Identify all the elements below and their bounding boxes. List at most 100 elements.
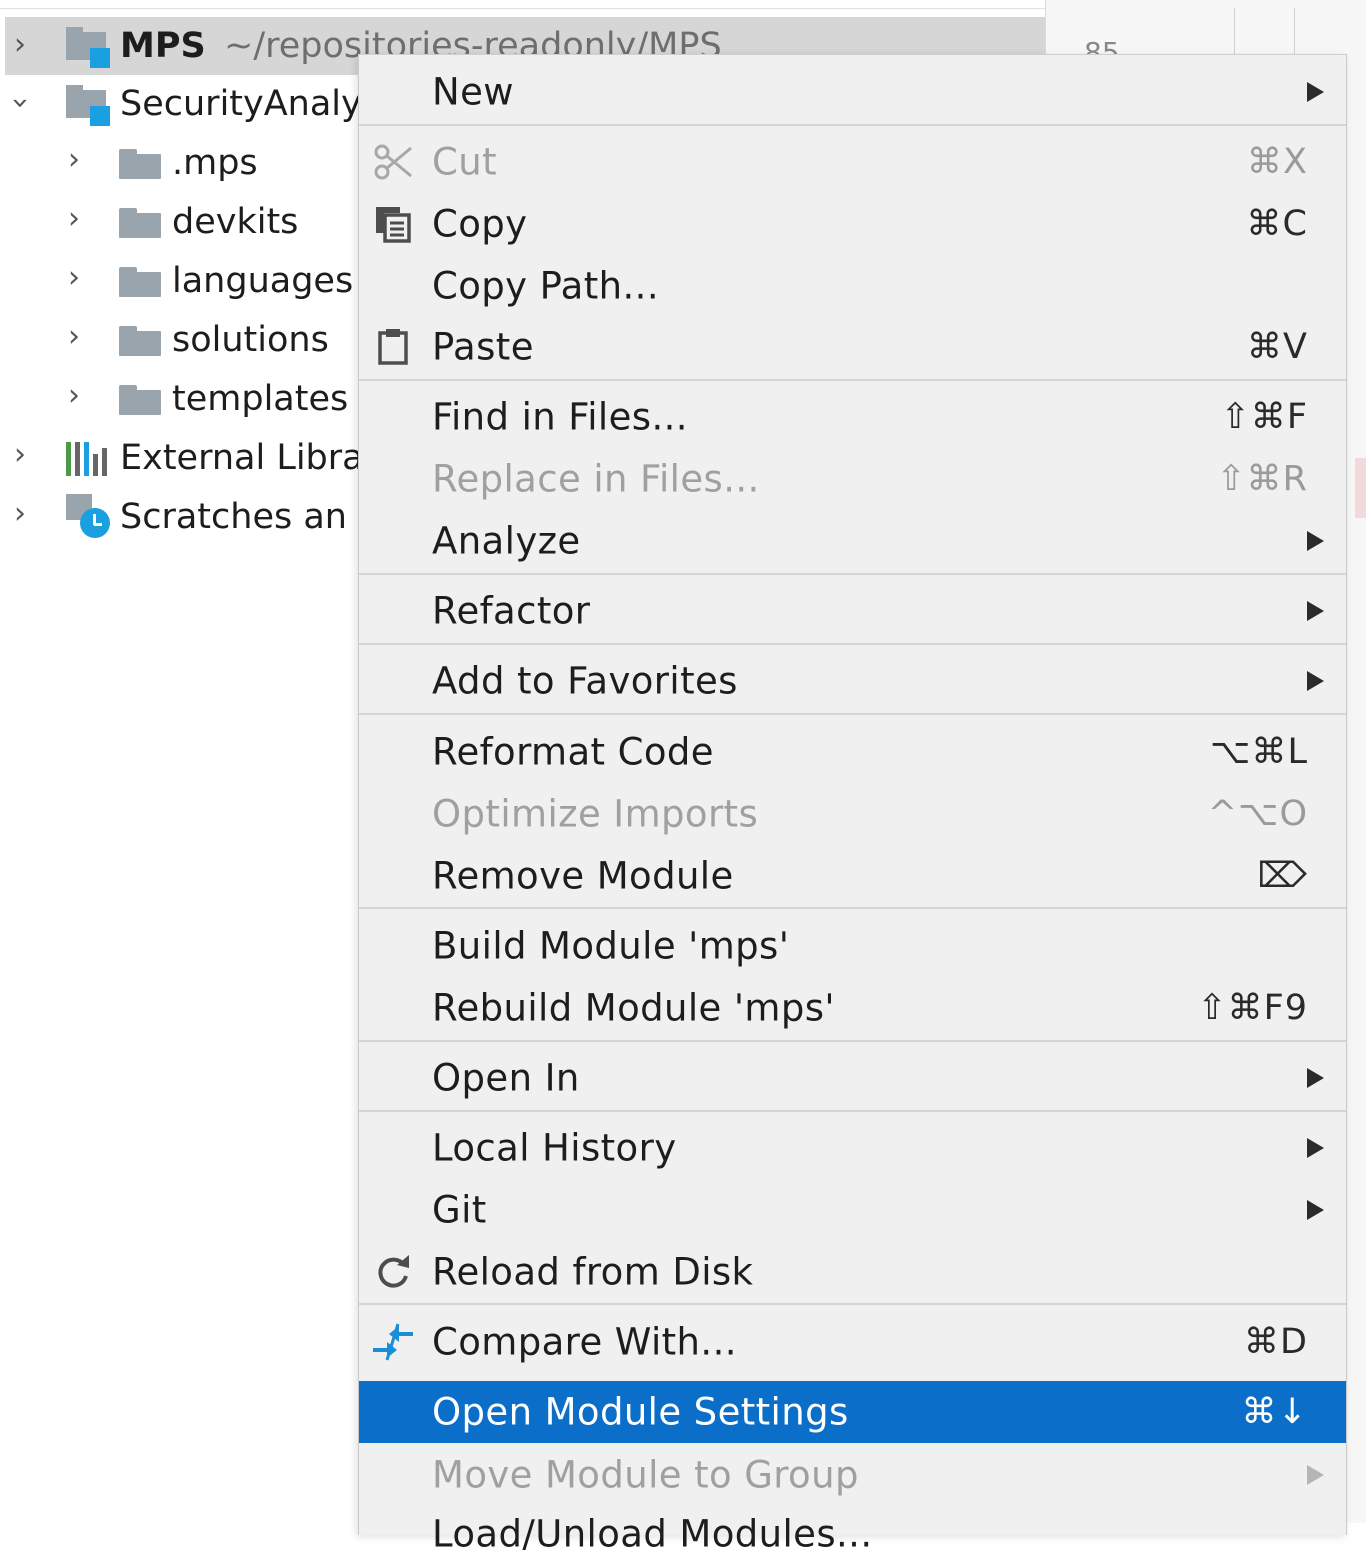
submenu-arrow-icon	[1307, 1200, 1324, 1220]
menu-item-shortcut: ⇧⌘F	[1220, 397, 1308, 437]
menu-item-find-in-files[interactable]: Find in Files... ⇧⌘F	[359, 386, 1346, 448]
menu-separator	[359, 907, 1346, 909]
menu-item-label: Reload from Disk	[432, 1250, 754, 1294]
menu-item-label: Add to Favorites	[432, 659, 738, 703]
menu-item-reload-from-disk[interactable]: Reload from Disk	[359, 1241, 1346, 1303]
submenu-arrow-icon	[1307, 1138, 1324, 1158]
menu-item-label: Cut	[432, 140, 497, 184]
menu-item-label: Replace in Files...	[432, 457, 760, 501]
menu-item-shortcut: ⇧⌘F9	[1197, 988, 1308, 1028]
scratch-icon	[66, 494, 112, 540]
chevron-right-icon[interactable]: ›	[68, 263, 80, 293]
menu-item-shortcut: ⌘C	[1246, 204, 1308, 244]
menu-item-label: Open Module Settings	[432, 1390, 849, 1434]
chevron-right-icon[interactable]: ›	[68, 204, 80, 234]
chevron-right-icon[interactable]: ›	[14, 30, 26, 60]
menu-item-label: Refactor	[432, 589, 591, 633]
menu-item-new[interactable]: New	[359, 61, 1346, 123]
menu-item-copy-path[interactable]: Copy Path...	[359, 255, 1346, 317]
compare-icon	[371, 1320, 415, 1364]
menu-item-analyze[interactable]: Analyze	[359, 510, 1346, 572]
tree-node-label: solutions	[172, 320, 329, 360]
module-icon	[66, 27, 110, 68]
submenu-arrow-icon	[1307, 531, 1324, 551]
menu-item-refactor[interactable]: Refactor	[359, 580, 1346, 642]
folder-icon	[119, 208, 161, 238]
tree-node-label: Scratches an	[120, 497, 347, 537]
menu-separator	[359, 379, 1346, 381]
menu-item-label: Open In	[432, 1056, 580, 1100]
tree-node-label: languages	[172, 261, 354, 301]
context-menu: New Cut ⌘X Copy ⌘C Copy Path... Paste ⌘V…	[358, 54, 1347, 1556]
menu-item-label: Remove Module	[432, 854, 734, 898]
menu-item-label: Optimize Imports	[432, 792, 759, 836]
submenu-arrow-icon	[1307, 601, 1324, 621]
menu-item-label: Build Module 'mps'	[432, 924, 790, 968]
menu-item-shortcut: ⌘V	[1247, 327, 1308, 367]
menu-item-label: Analyze	[432, 519, 581, 563]
menu-item-git[interactable]: Git	[359, 1179, 1346, 1241]
menu-item-label: Reformat Code	[432, 730, 714, 774]
menu-item-compare-with[interactable]: Compare With... ⌘D	[359, 1311, 1346, 1373]
menu-item-local-history[interactable]: Local History	[359, 1117, 1346, 1179]
chevron-right-icon[interactable]: ›	[68, 381, 80, 411]
menu-item-build-module[interactable]: Build Module 'mps'	[359, 915, 1346, 977]
menu-item-copy[interactable]: Copy ⌘C	[359, 193, 1346, 255]
folder-icon	[119, 385, 161, 415]
chevron-down-icon[interactable]: ›	[3, 97, 38, 109]
menu-item-label: Load/Unload Modules...	[432, 1512, 873, 1556]
tree-node-label: External Libra	[120, 438, 364, 478]
menu-item-label: Copy	[432, 202, 528, 246]
scissors-icon	[371, 140, 415, 184]
tree-node-label: MPS	[120, 26, 206, 66]
menu-item-shortcut: ⌘↓	[1241, 1392, 1308, 1432]
tree-node-label: devkits	[172, 202, 299, 242]
library-icon	[66, 442, 108, 476]
chevron-right-icon[interactable]: ›	[68, 322, 80, 352]
menu-item-label: Rebuild Module 'mps'	[432, 986, 836, 1030]
menu-item-open-in[interactable]: Open In	[359, 1047, 1346, 1109]
menu-separator	[359, 124, 1346, 126]
menu-item-optimize-imports[interactable]: Optimize Imports ^⌥O	[359, 783, 1346, 845]
menu-item-shortcut: ^⌥O	[1207, 794, 1308, 834]
menu-item-shortcut: ⌘D	[1244, 1322, 1308, 1362]
clipboard-icon	[371, 325, 415, 369]
divider	[0, 8, 1045, 9]
menu-item-move-module-to-group[interactable]: Move Module to Group	[359, 1444, 1346, 1506]
menu-item-remove-module[interactable]: Remove Module ⌦	[359, 845, 1346, 907]
submenu-arrow-icon	[1307, 82, 1324, 102]
menu-item-cut[interactable]: Cut ⌘X	[359, 131, 1346, 193]
folder-icon	[119, 149, 161, 179]
tree-node-label: .mps	[172, 143, 258, 183]
chevron-right-icon[interactable]: ›	[14, 440, 26, 470]
menu-item-add-to-favorites[interactable]: Add to Favorites	[359, 650, 1346, 712]
chevron-right-icon[interactable]: ›	[14, 499, 26, 529]
menu-item-label: Find in Files...	[432, 395, 688, 439]
menu-item-label: Paste	[432, 325, 534, 369]
menu-item-load-unload-modules[interactable]: Load/Unload Modules...	[359, 1503, 1346, 1565]
tree-node-label: templates	[172, 379, 349, 419]
delete-key-icon: ⌦	[1257, 856, 1308, 896]
menu-item-label: Compare With...	[432, 1320, 737, 1364]
folder-icon	[119, 326, 161, 356]
menu-item-label: Move Module to Group	[432, 1453, 859, 1497]
menu-item-shortcut: ⇧⌘R	[1216, 459, 1308, 499]
menu-separator	[359, 713, 1346, 715]
menu-item-rebuild-module[interactable]: Rebuild Module 'mps' ⇧⌘F9	[359, 977, 1346, 1039]
menu-item-label: Git	[432, 1188, 487, 1232]
menu-item-open-module-settings[interactable]: Open Module Settings ⌘↓	[359, 1381, 1346, 1443]
copy-icon	[371, 202, 415, 246]
menu-item-replace-in-files[interactable]: Replace in Files... ⇧⌘R	[359, 448, 1346, 510]
menu-item-shortcut: ⌘X	[1247, 142, 1308, 182]
menu-item-label: Copy Path...	[432, 264, 659, 308]
menu-item-paste[interactable]: Paste ⌘V	[359, 316, 1346, 378]
error-marker	[1355, 458, 1366, 518]
tree-node-label: SecurityAnaly	[120, 84, 362, 124]
module-icon	[66, 85, 110, 126]
chevron-right-icon[interactable]: ›	[68, 145, 80, 175]
menu-item-shortcut: ⌥⌘L	[1210, 732, 1308, 772]
menu-item-reformat-code[interactable]: Reformat Code ⌥⌘L	[359, 721, 1346, 783]
menu-item-label: New	[432, 70, 514, 114]
refresh-icon	[371, 1250, 415, 1294]
menu-separator	[359, 643, 1346, 645]
